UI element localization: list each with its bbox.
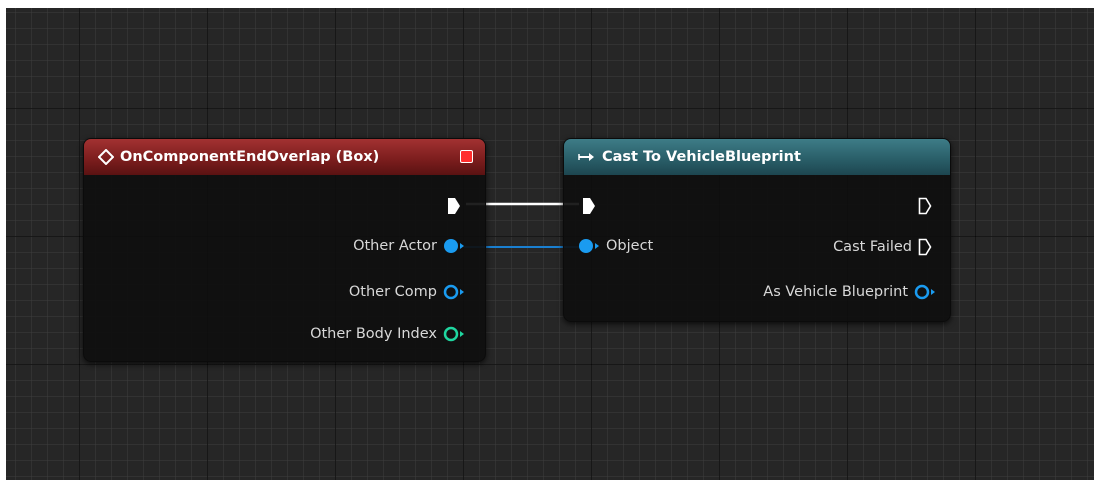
- exec-out-pin-icon[interactable]: [918, 197, 932, 215]
- other-actor-label: Other Actor: [353, 238, 437, 254]
- exec-in-pin-icon[interactable]: [582, 197, 596, 215]
- other-actor-pin-icon[interactable]: [443, 238, 465, 254]
- cast-failed-label: Cast Failed: [833, 239, 912, 255]
- event-diamond-icon: [98, 149, 114, 165]
- as-vehicle-blueprint-pin-row[interactable]: As Vehicle Blueprint: [763, 284, 936, 300]
- cast-failed-pin-row[interactable]: Cast Failed: [833, 238, 932, 256]
- other-body-index-label: Other Body Index: [310, 326, 437, 342]
- cast-arrow-icon: [578, 151, 596, 163]
- close-icon[interactable]: [460, 150, 473, 163]
- exec-out-pin-row[interactable]: [447, 197, 461, 215]
- other-comp-label: Other Comp: [348, 284, 437, 300]
- cast-node-to-vehicle-blueprint[interactable]: Cast To VehicleBlueprint Object Cast Fai…: [563, 138, 951, 322]
- event-node-title: OnComponentEndOverlap (Box): [120, 149, 380, 165]
- cast-node-header[interactable]: Cast To VehicleBlueprint: [564, 139, 950, 175]
- object-label: Object: [606, 238, 654, 254]
- other-actor-pin-row[interactable]: Other Actor: [353, 238, 465, 254]
- other-body-index-pin-icon[interactable]: [443, 326, 465, 342]
- blueprint-graph-canvas[interactable]: OnComponentEndOverlap (Box) Other Actor …: [6, 8, 1094, 480]
- exec-in-pin-row[interactable]: [582, 197, 596, 215]
- event-node-on-component-end-overlap[interactable]: OnComponentEndOverlap (Box) Other Actor …: [83, 138, 486, 362]
- as-vehicle-blueprint-pin-icon[interactable]: [914, 284, 936, 300]
- cast-failed-exec-pin-icon[interactable]: [918, 238, 932, 256]
- exec-out-pin-icon[interactable]: [447, 197, 461, 215]
- other-body-index-pin-row[interactable]: Other Body Index: [310, 326, 465, 342]
- cast-node-title: Cast To VehicleBlueprint: [602, 149, 801, 165]
- object-pin-row[interactable]: Object: [578, 238, 653, 254]
- event-node-header[interactable]: OnComponentEndOverlap (Box): [84, 139, 485, 175]
- other-comp-pin-icon[interactable]: [443, 284, 465, 300]
- other-comp-pin-row[interactable]: Other Comp: [349, 284, 465, 300]
- as-vehicle-blueprint-label: As Vehicle Blueprint: [763, 284, 908, 300]
- object-pin-icon[interactable]: [578, 238, 600, 254]
- cast-success-exec-pin-row[interactable]: [918, 197, 932, 215]
